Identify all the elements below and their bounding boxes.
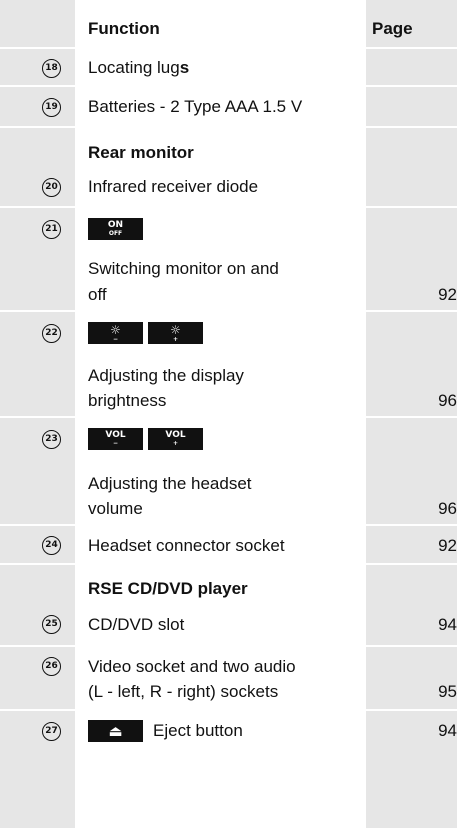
table-row: 18 Locating lugs: [0, 49, 457, 87]
row-page: 92: [438, 536, 457, 555]
header-page: Page: [372, 19, 413, 38]
callout-number: 22: [42, 324, 61, 343]
row-page: 96: [438, 499, 457, 518]
table-row: 22 ☼ − ☼ + Adjusting the display brightn…: [0, 312, 457, 418]
row-page: 95: [438, 682, 457, 701]
eject-key-icon: ⏏: [88, 720, 143, 742]
callout-number: 19: [42, 98, 61, 117]
table-row: Rear monitor 20 Infrared receiver diode: [0, 128, 457, 208]
table-row: 24 Headset connector socket 92: [0, 526, 457, 565]
table-row: 26 Video socket and two audio (L - left,…: [0, 647, 457, 711]
callout-number: 27: [42, 722, 61, 741]
callout-number: 21: [42, 220, 61, 239]
table-row: RSE CD/DVD player 25 CD/DVD slot 94: [0, 565, 457, 647]
row-text-line1: Adjusting the headset: [88, 474, 252, 493]
row-text-line1: Switching monitor on and: [88, 259, 279, 278]
row-page: 94: [438, 615, 457, 634]
brightness-down-key-icon: ☼ −: [88, 322, 143, 344]
brightness-up-key-icon: ☼ +: [148, 322, 203, 344]
callout-number: 20: [42, 178, 61, 197]
callout-number: 23: [42, 430, 61, 449]
row-text-line2: off: [88, 285, 107, 304]
row-page: 96: [438, 391, 457, 410]
header-function: Function: [88, 19, 160, 38]
section-heading: Rear monitor: [88, 143, 194, 162]
row-text: Eject button: [153, 721, 243, 740]
table-row: 21 ON OFF Switching monitor on and off 9…: [0, 208, 457, 312]
row-page: 92: [438, 285, 457, 304]
volume-up-key-icon: VOL +: [148, 428, 203, 450]
callout-number: 26: [42, 657, 61, 676]
table-row: 23 VOL − VOL + Adjusting the headset vol…: [0, 418, 457, 526]
table-header: Function Page: [0, 0, 457, 49]
on-off-key-icon: ON OFF: [88, 218, 143, 240]
callout-number: 18: [42, 59, 61, 78]
row-text-line2: (L - left, R - right) sockets: [88, 682, 279, 701]
row-text: Headset connector socket: [88, 536, 285, 555]
callout-number: 24: [42, 536, 61, 555]
row-text-line2: volume: [88, 499, 143, 518]
row-text: Batteries - 2 Type AAA 1.5 V: [88, 97, 303, 116]
section-heading: RSE CD/DVD player: [88, 579, 248, 598]
volume-down-key-icon: VOL −: [88, 428, 143, 450]
row-text-line1: Video socket and two audio: [88, 657, 296, 676]
row-page: 94: [438, 721, 457, 740]
row-text: CD/DVD slot: [88, 615, 185, 634]
row-text: Infrared receiver diode: [88, 177, 259, 196]
row-text-line1: Adjusting the display: [88, 366, 244, 385]
table-row: 19 Batteries - 2 Type AAA 1.5 V: [0, 87, 457, 128]
callout-number: 25: [42, 615, 61, 634]
row-text: Locating lugs: [88, 58, 190, 77]
table-row: 27 ⏏ Eject button 94: [0, 711, 457, 828]
row-text-line2: brightness: [88, 391, 167, 410]
